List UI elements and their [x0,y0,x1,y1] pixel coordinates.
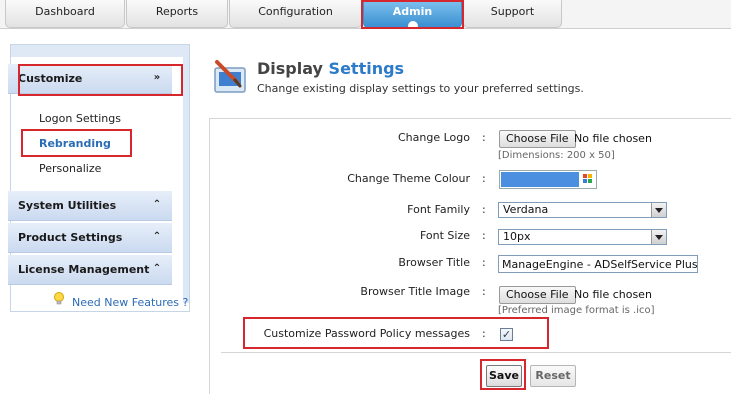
browser-title-image-label: Browser Title Image [360,285,470,298]
selected-value: 10px [503,230,531,243]
section-label: License Management [18,263,150,276]
section-label: System Utilities [18,199,117,212]
section-label: Customize [18,72,83,85]
expand-chevron-icon[interactable]: ⌃ [150,231,164,245]
browser-title-label: Browser Title [398,256,470,269]
title-highlight-text: Settings [328,59,405,78]
change-logo-hint: [Dimensions: 200 x 50] [498,150,615,161]
save-button[interactable]: Save [486,365,522,387]
sidebar-section-product-settings[interactable]: Product Settings ⌃ [8,223,172,253]
form-divider [221,352,731,353]
sidebar-section-license-management[interactable]: License Management ⌃ [8,255,172,285]
colon-separator: : [482,131,486,144]
display-settings-icon [214,60,246,93]
colon-separator: : [482,285,486,298]
browser-title-input[interactable] [498,255,698,273]
expand-chevron-icon[interactable]: ⌃ [150,199,164,213]
sidebar-section-system-utilities[interactable]: System Utilities ⌃ [8,191,172,221]
sidebar-section-customize[interactable]: Customize » [8,64,172,94]
sidebar-item-personalize[interactable]: Personalize [39,162,101,175]
colon-separator: : [482,203,486,216]
font-family-select[interactable]: Verdana [498,202,667,218]
tab-label: Configuration [258,5,333,18]
section-label: Product Settings [18,231,123,244]
top-tab-bar: Dashboard Reports Configuration Admin Su… [0,0,731,31]
font-size-select[interactable]: 10px [498,229,667,245]
expand-chevron-icon[interactable]: ⌃ [150,263,164,277]
selected-value: Verdana [503,203,549,216]
theme-colour-label: Change Theme Colour [347,172,470,185]
tab-configuration[interactable]: Configuration [229,0,362,28]
change-logo-file-status: No file chosen [574,132,652,145]
browser-title-image-choose-file-button[interactable]: Choose File [499,286,576,304]
tab-label: Admin [392,5,433,18]
reset-button[interactable]: Reset [530,365,576,387]
font-size-label: Font Size [419,229,470,242]
tab-label: Support [490,5,535,18]
colon-separator: : [482,256,486,269]
title-text: Display [257,59,323,78]
tab-support[interactable]: Support [463,0,562,28]
sidebar-header [11,45,189,57]
tab-dashboard[interactable]: Dashboard [5,0,125,28]
need-new-features-link[interactable]: Need New Features ? [72,296,188,309]
dropdown-arrow-icon[interactable] [651,230,666,244]
sidebar-scroll-strip [183,57,189,303]
password-policy-label: Customize Password Policy messages [263,327,470,340]
tab-admin[interactable]: Admin [363,0,462,31]
collapse-chevron-icon[interactable]: » [150,72,164,86]
change-logo-label: Change Logo [398,131,470,144]
sidebar-item-rebranding[interactable]: Rebranding [39,137,111,150]
tab-label: Reports [155,5,199,18]
page-title: Display Settings [257,59,404,78]
password-policy-checkbox[interactable]: ✓ [500,328,513,341]
dropdown-arrow-icon[interactable] [651,203,666,217]
theme-colour-picker[interactable] [499,170,597,189]
tab-reports[interactable]: Reports [126,0,228,28]
change-logo-choose-file-button[interactable]: Choose File [499,130,576,148]
active-tab-indicator [407,21,418,31]
browser-title-image-file-status: No file chosen [574,288,652,301]
theme-colour-swatch [501,172,579,187]
colon-separator: : [482,229,486,242]
color-palette-icon[interactable] [583,174,593,184]
page-description: Change existing display settings to your… [257,82,584,95]
browser-title-image-hint: [Preferred image format is .ico] [498,305,655,316]
font-family-label: Font Family [407,203,470,216]
tab-label: Dashboard [35,5,95,18]
lightbulb-icon [54,292,64,305]
colon-separator: : [482,327,486,340]
colon-separator: : [482,172,486,185]
sidebar-item-logon-settings[interactable]: Logon Settings [39,112,121,125]
